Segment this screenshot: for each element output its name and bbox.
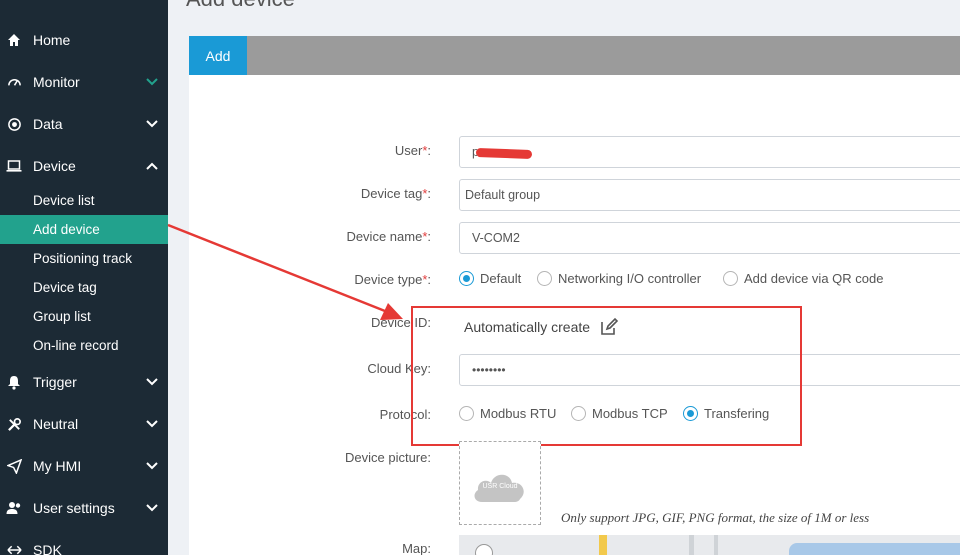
map-view[interactable] (459, 535, 960, 555)
cloud-logo-text: USR Cloud (482, 483, 518, 490)
device-picture-upload[interactable]: USR Cloud (459, 441, 541, 525)
map-river (789, 543, 960, 555)
map-road (714, 535, 718, 555)
map-road (599, 535, 607, 555)
map-zoom-control[interactable] (475, 544, 493, 555)
map-road (689, 535, 694, 555)
upload-hint: Only support JPG, GIF, PNG format, the s… (561, 510, 870, 525)
